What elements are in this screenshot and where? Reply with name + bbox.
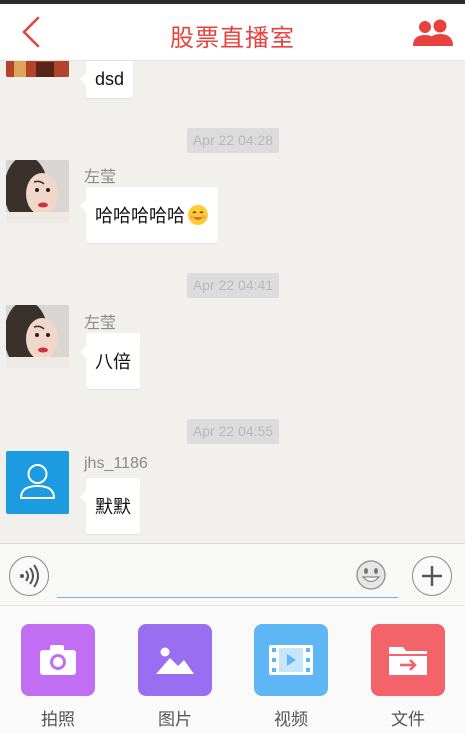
tool-label: 文件	[391, 710, 425, 729]
tool-label: 视频	[274, 710, 308, 729]
avatar-image	[6, 305, 69, 368]
timestamp: Apr 22 04:55	[187, 419, 279, 444]
more-button[interactable]	[412, 556, 452, 596]
folder-icon	[389, 647, 427, 675]
image-button[interactable]: 图片	[138, 624, 212, 730]
avatar[interactable]	[6, 451, 69, 514]
file-tile	[371, 624, 445, 696]
message-bubble[interactable]: dsd	[79, 61, 134, 98]
default-user-icon	[20, 464, 55, 499]
image-tile	[138, 624, 212, 696]
chat-area[interactable]: dsd Apr 22 04:28 左莹 哈哈哈哈哈 Apr 22 04:41 左…	[0, 61, 465, 543]
avatar-image	[6, 61, 69, 77]
message-text: 默默	[95, 497, 131, 517]
avatar[interactable]	[6, 61, 69, 77]
message-text: dsd	[95, 68, 125, 89]
avatar-image	[6, 160, 69, 223]
attachment-tray: 拍照 图片 视频 文件	[0, 606, 465, 734]
image-icon	[156, 647, 194, 674]
video-button[interactable]: 视频	[254, 624, 328, 730]
smile-emoji-icon	[188, 205, 208, 225]
sender-name: jhs_1186	[84, 455, 148, 472]
avatar[interactable]	[6, 305, 69, 368]
camera-button[interactable]: 拍照	[21, 624, 95, 730]
sender-name: 左莹	[84, 169, 117, 186]
file-button[interactable]: 文件	[371, 624, 445, 730]
members-button[interactable]	[411, 18, 455, 48]
camera-icon	[40, 645, 76, 675]
video-icon	[269, 645, 313, 675]
emoji-icon	[356, 560, 386, 590]
sender-name: 左莹	[84, 315, 117, 332]
group-icon	[413, 19, 453, 46]
message-text: 八倍	[95, 352, 131, 372]
message-bubble[interactable]: 哈哈哈哈哈	[80, 187, 218, 243]
input-bar	[0, 543, 465, 606]
top-bar: 股票直播室	[0, 4, 465, 61]
message-text: 哈哈哈哈哈	[95, 206, 185, 226]
message-bubble[interactable]: 默默	[80, 478, 140, 534]
avatar[interactable]	[6, 160, 69, 223]
tool-label: 拍照	[41, 710, 75, 729]
timestamp: Apr 22 04:41	[187, 273, 279, 298]
camera-tile	[21, 624, 95, 696]
voice-icon	[19, 563, 39, 588]
voice-button[interactable]	[9, 556, 49, 596]
page-title: 股票直播室	[170, 25, 295, 52]
timestamp: Apr 22 04:28	[187, 128, 279, 153]
emoji-button[interactable]	[355, 559, 387, 591]
plus-icon	[421, 565, 442, 586]
video-tile	[254, 624, 328, 696]
tool-label: 图片	[158, 710, 192, 729]
message-input[interactable]	[57, 558, 398, 598]
message-bubble[interactable]: 八倍	[80, 333, 140, 389]
